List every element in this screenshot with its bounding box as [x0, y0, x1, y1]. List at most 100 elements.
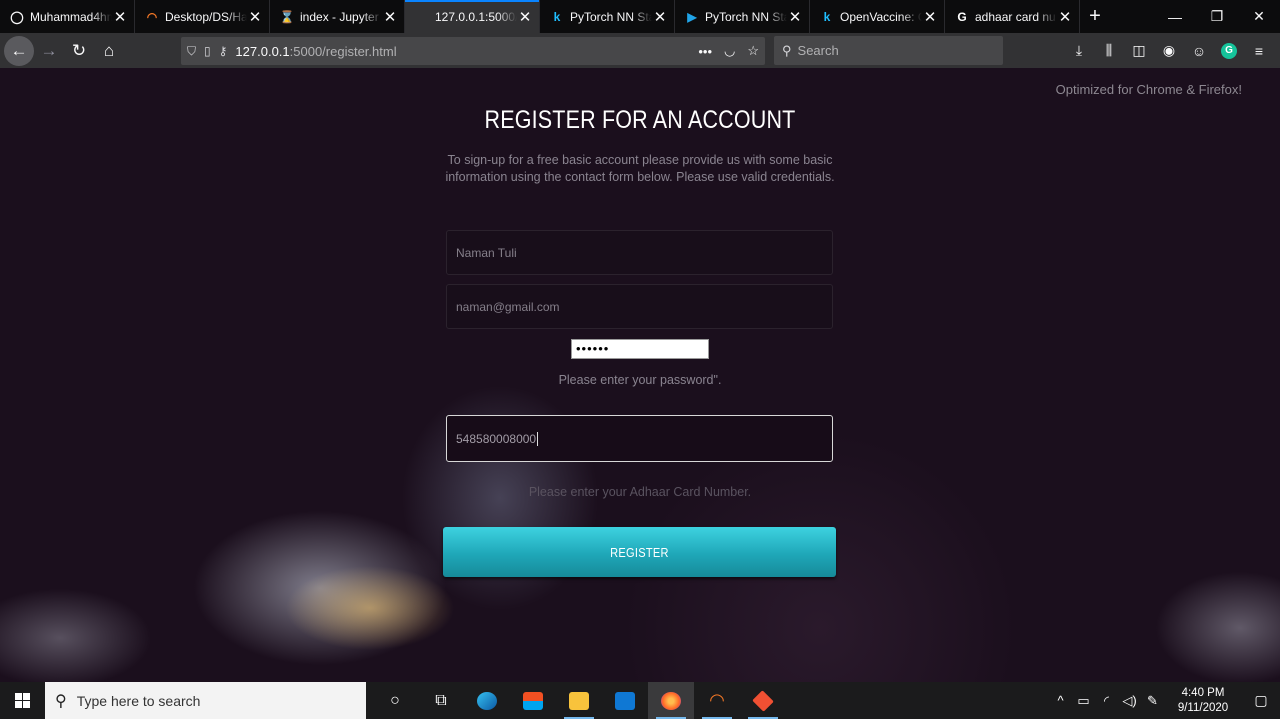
- url-bar[interactable]: ⛉ ▯ ⚷ 127.0.0.1:5000/register.html ••• ◡…: [181, 37, 765, 65]
- download-icon[interactable]: ⤓: [1064, 42, 1094, 59]
- toolbar-icons: ⤓ ⫼ ◫ ◉ ☺ G ≡: [1064, 33, 1274, 68]
- pen-icon[interactable]: ✎: [1141, 693, 1164, 709]
- register-page: Optimized for Chrome & Firefox! REGISTER…: [0, 68, 1280, 682]
- name-field[interactable]: Naman Tuli: [446, 230, 833, 275]
- grammarly-icon[interactable]: G: [1221, 42, 1237, 59]
- clock[interactable]: 4:40 PM 9/11/2020: [1164, 686, 1242, 716]
- tab-title: PyTorch NN Sta: [570, 9, 652, 24]
- restore-icon[interactable]: ❐: [1196, 0, 1238, 33]
- tab-close-icon[interactable]: ✕: [517, 9, 533, 26]
- register-button-label: REGISTER: [610, 544, 669, 560]
- google-icon: G: [957, 9, 967, 24]
- kaggle-icon: k: [553, 9, 561, 24]
- aadhaar-value: 548580008000: [456, 431, 537, 446]
- tracking-protection-icon[interactable]: ⛉: [187, 44, 196, 59]
- windows-logo-icon: [15, 693, 30, 708]
- home-button[interactable]: ⌂: [94, 36, 124, 66]
- page-title: REGISTER FOR AN ACCOUNT: [484, 106, 796, 134]
- git-icon[interactable]: [740, 682, 786, 719]
- file-explorer-icon[interactable]: [556, 682, 602, 719]
- jupyter-taskbar-icon[interactable]: ◠: [694, 682, 740, 719]
- browser-tab[interactable]: k PyTorch NN Sta ✕: [540, 0, 675, 33]
- notifications-icon[interactable]: ▢: [1242, 692, 1280, 709]
- url-text[interactable]: 127.0.0.1:5000/register.html: [235, 44, 686, 59]
- page-icon: ▯: [204, 44, 211, 58]
- email-field[interactable]: naman@gmail.com: [446, 284, 833, 329]
- battery-icon[interactable]: ▭: [1072, 693, 1095, 709]
- start-button[interactable]: [0, 682, 45, 719]
- url-host: 127.0.0.1: [235, 43, 290, 59]
- tab-close-icon[interactable]: ✕: [382, 9, 398, 26]
- browser-tab[interactable]: 127.0.0.1:5000/✕: [405, 0, 540, 33]
- tab-close-icon[interactable]: ✕: [922, 9, 938, 26]
- browser-tab[interactable]: ◠ Desktop/DS/Ha ✕: [135, 0, 270, 33]
- tab-close-icon[interactable]: ✕: [787, 9, 803, 26]
- tab-title: Desktop/DS/Ha: [165, 9, 247, 24]
- search-icon: ⚲: [55, 692, 67, 710]
- pocket-icon[interactable]: ◡: [724, 43, 735, 59]
- tab-close-icon[interactable]: ✕: [112, 9, 128, 26]
- forward-button[interactable]: →: [34, 36, 64, 66]
- taskbar-apps: ○ ⧉ ◠: [372, 682, 786, 719]
- library-icon[interactable]: ⫼: [1094, 42, 1124, 59]
- jupyter-icon: ◠: [146, 9, 158, 24]
- clock-time: 4:40 PM: [1181, 686, 1225, 699]
- tab-strip: ◯Muhammad4hmed✕◠Desktop/DS/Ha✕⌛index - J…: [0, 0, 1280, 33]
- browser-tab[interactable]: ⌛ index - Jupyter ✕: [270, 0, 405, 33]
- tab-title: OpenVaccine: C: [840, 9, 922, 24]
- kaggle-icon: k: [823, 9, 831, 24]
- browser-tab[interactable]: k OpenVaccine: C ✕: [810, 0, 945, 33]
- cortana-icon[interactable]: ○: [372, 682, 418, 719]
- play-icon: ▶: [687, 9, 697, 24]
- browser-note: Optimized for Chrome & Firefox!: [1055, 82, 1242, 97]
- tab-close-icon[interactable]: ✕: [1057, 9, 1073, 26]
- account-icon[interactable]: ◉: [1154, 42, 1184, 59]
- clock-date: 9/11/2020: [1177, 701, 1229, 714]
- mail-icon[interactable]: [602, 682, 648, 719]
- close-window-icon[interactable]: ✕: [1238, 0, 1280, 33]
- extension-icon[interactable]: ☺: [1184, 43, 1214, 59]
- page-actions-icon[interactable]: •••: [698, 44, 712, 59]
- bookmark-star-icon[interactable]: ☆: [747, 43, 759, 59]
- firefox-icon[interactable]: [648, 682, 694, 719]
- volume-icon[interactable]: ◁): [1118, 693, 1141, 709]
- tab-icon: [414, 9, 430, 25]
- new-tab-button[interactable]: +: [1080, 0, 1110, 33]
- minimize-icon[interactable]: —: [1154, 0, 1196, 33]
- aadhaar-hint: Please enter your Adhaar Card Number.: [528, 485, 752, 499]
- password-hint: Please enter your password".: [558, 373, 722, 387]
- tab-title: Muhammad4hmed: [30, 9, 112, 24]
- store-icon[interactable]: [510, 682, 556, 719]
- tab-close-icon[interactable]: ✕: [652, 9, 668, 26]
- url-path: :5000/register.html: [289, 43, 397, 59]
- search-placeholder: Search: [797, 43, 839, 58]
- register-button[interactable]: REGISTER: [443, 527, 836, 577]
- tab-list: ◯Muhammad4hmed✕◠Desktop/DS/Ha✕⌛index - J…: [0, 0, 1080, 33]
- sidebar-icon[interactable]: ◫: [1124, 42, 1154, 59]
- github-icon: ◯: [10, 9, 24, 24]
- taskbar-search-placeholder: Type here to search: [76, 692, 201, 709]
- hourglass-icon: ⌛: [279, 9, 295, 24]
- aadhaar-field[interactable]: 548580008000: [446, 415, 833, 462]
- back-button[interactable]: ←: [4, 35, 34, 66]
- navigation-bar: ← → ↻ ⌂ ⛉ ▯ ⚷ 127.0.0.1:5000/register.ht…: [0, 33, 1280, 68]
- browser-tab[interactable]: ◯ Muhammad4hmed✕: [0, 0, 135, 33]
- tab-title: index - Jupyter: [300, 9, 379, 24]
- text-caret: [537, 431, 539, 446]
- browser-tab[interactable]: Gadhaar card nu ✕: [945, 0, 1080, 33]
- key-icon[interactable]: ⚷: [219, 44, 228, 58]
- wifi-icon[interactable]: ◜: [1095, 693, 1118, 709]
- tab-title: 127.0.0.1:5000/: [435, 9, 517, 24]
- password-field[interactable]: ••••••: [571, 339, 709, 359]
- chevron-up-icon[interactable]: ^: [1049, 693, 1072, 708]
- window-controls: — ❐ ✕: [1154, 0, 1280, 33]
- browser-tab[interactable]: ▶ PyTorch NN Sta ✕: [675, 0, 810, 33]
- edge-icon[interactable]: [464, 682, 510, 719]
- task-view-icon[interactable]: ⧉: [418, 682, 464, 719]
- menu-icon[interactable]: ≡: [1244, 43, 1274, 59]
- tab-title: adhaar card nu: [975, 9, 1056, 24]
- search-box[interactable]: ⚲ Search: [774, 36, 1003, 65]
- taskbar-search[interactable]: ⚲ Type here to search: [45, 682, 366, 719]
- reload-button[interactable]: ↻: [64, 36, 94, 66]
- tab-close-icon[interactable]: ✕: [247, 9, 263, 26]
